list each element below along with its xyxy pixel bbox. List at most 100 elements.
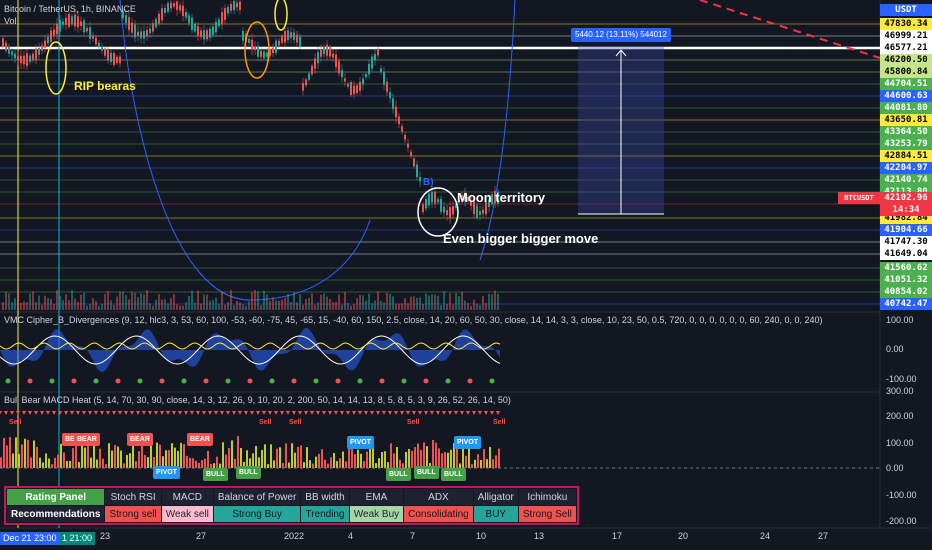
volume-bar xyxy=(353,304,355,310)
candle-body xyxy=(239,1,241,10)
volume-bar xyxy=(302,304,304,310)
macd-heat-bar xyxy=(207,450,209,468)
volume-bar xyxy=(173,294,175,310)
volume-bar xyxy=(113,304,115,310)
volume-bar xyxy=(56,290,58,310)
note-moon-territory[interactable]: Moon territory xyxy=(457,190,545,205)
price-chart-canvas[interactable] xyxy=(0,0,932,550)
candle-body xyxy=(314,58,316,69)
rating-value-cell: Strong Buy xyxy=(212,505,302,523)
volume-bar xyxy=(461,291,463,310)
candle-body xyxy=(110,52,112,63)
rating-value-cell: BUY xyxy=(472,505,519,523)
volume-bar xyxy=(230,290,232,310)
candle-body xyxy=(383,71,385,85)
macd-heat-bar xyxy=(75,442,77,468)
signal-bull-tag: BULL xyxy=(441,468,466,481)
time-tag-start: Dec 21 23:00 xyxy=(0,532,60,545)
volume-bar xyxy=(14,298,16,310)
candle-body xyxy=(296,34,298,43)
vmc-signal-dot xyxy=(203,378,209,384)
candle-body xyxy=(80,21,82,27)
macd-heat-bar xyxy=(33,440,35,468)
vmc-signal-dot xyxy=(445,378,451,384)
candle-body xyxy=(476,205,478,218)
macd-heat-bar xyxy=(270,444,272,468)
volume-bar xyxy=(122,291,124,310)
chart-workspace[interactable]: Bitcoin / TetherUS, 1h, BINANCE Vol USDT… xyxy=(0,0,932,550)
candle-body xyxy=(299,36,301,47)
candle-body xyxy=(212,26,214,36)
macd-heat-bar xyxy=(318,453,320,468)
volume-bar xyxy=(131,291,133,310)
price-axis-label: 41649.04 xyxy=(880,248,932,260)
macd-heat-bar xyxy=(237,436,239,468)
volume-bar xyxy=(227,302,229,310)
signal-bull-tag: BULL xyxy=(236,466,261,479)
macd-heat-bar xyxy=(183,444,185,468)
macd-heat-bar xyxy=(333,453,335,468)
volume-bar xyxy=(314,304,316,310)
macd-heat-bar xyxy=(171,443,173,468)
macd-heat-bar xyxy=(147,457,149,468)
note-rip-bearas[interactable]: RIP bearas xyxy=(74,79,136,93)
volume-bar xyxy=(290,301,292,310)
candle-body xyxy=(311,65,313,75)
price-axis-label: 42884.51 xyxy=(880,150,932,162)
candle-body xyxy=(38,47,40,55)
signal-bear-tag: BEAR xyxy=(74,433,100,446)
volume-bar xyxy=(107,291,109,310)
macd-heat-bar xyxy=(69,460,71,468)
volume-bar xyxy=(377,291,379,310)
signal-sell-tag: Sell xyxy=(289,419,302,426)
candle-body xyxy=(479,211,481,215)
macd-heat-bar xyxy=(72,448,74,468)
macd-heat-bar xyxy=(477,454,479,468)
candle-body xyxy=(446,209,448,216)
time-axis-tick: 23 xyxy=(100,531,111,541)
note-even-bigger-move[interactable]: Even bigger bigger move xyxy=(443,231,598,246)
candle-body xyxy=(197,26,199,37)
signal-pivot-tag: PIVOT xyxy=(454,436,482,449)
candle-body xyxy=(71,16,73,24)
volume-bar xyxy=(233,305,235,310)
candle-body xyxy=(257,46,259,57)
macd-heat-bar xyxy=(132,444,134,468)
signal-sell-tag: Sell xyxy=(9,419,22,426)
vmc-scale-top: 100.00 xyxy=(886,315,914,325)
macd-scale-0: 0.00 xyxy=(886,463,904,473)
macd-heat-bar xyxy=(450,449,452,468)
macd-heat-bar xyxy=(51,464,53,468)
macd-heat-bar xyxy=(306,447,308,468)
volume-bar xyxy=(254,290,256,310)
volume-bar xyxy=(53,303,55,310)
candle-body xyxy=(320,49,322,57)
macd-heat-bar xyxy=(21,444,23,468)
macd-heat-bar xyxy=(264,444,266,468)
volume-bar xyxy=(200,303,202,310)
macd-heat-bar xyxy=(66,460,68,468)
symbol-title[interactable]: Bitcoin / TetherUS, 1h, BINANCE xyxy=(4,4,136,14)
macd-heat-bar xyxy=(324,459,326,468)
volume-bar xyxy=(212,299,214,310)
volume-bar xyxy=(23,301,25,310)
candle-body xyxy=(119,56,121,64)
candle-body xyxy=(47,37,49,44)
candle-body xyxy=(377,49,379,56)
vmc-scale-bottom: -100.00 xyxy=(886,374,917,384)
candle-body xyxy=(326,44,328,56)
candle-body xyxy=(83,20,85,33)
volume-bar xyxy=(398,303,400,310)
currency-badge[interactable]: USDT xyxy=(880,4,932,16)
price-axis-label: 46577.21 xyxy=(880,42,932,54)
macd-heat-bar xyxy=(438,448,440,468)
volume-bar xyxy=(467,303,469,310)
indicator-macd-heat-title[interactable]: Bull Bear MACD Heat (5, 14, 70, 30, 90, … xyxy=(4,395,874,405)
volume-bar xyxy=(65,294,67,310)
volume-bar xyxy=(83,292,85,310)
volume-bar xyxy=(140,293,142,310)
candle-body xyxy=(281,36,283,43)
macd-heat-bar xyxy=(105,464,107,468)
candle-body xyxy=(248,38,250,43)
indicator-vmc-title[interactable]: VMC Cipher_B_Divergences (9, 12, hlc3, 3… xyxy=(4,315,874,325)
